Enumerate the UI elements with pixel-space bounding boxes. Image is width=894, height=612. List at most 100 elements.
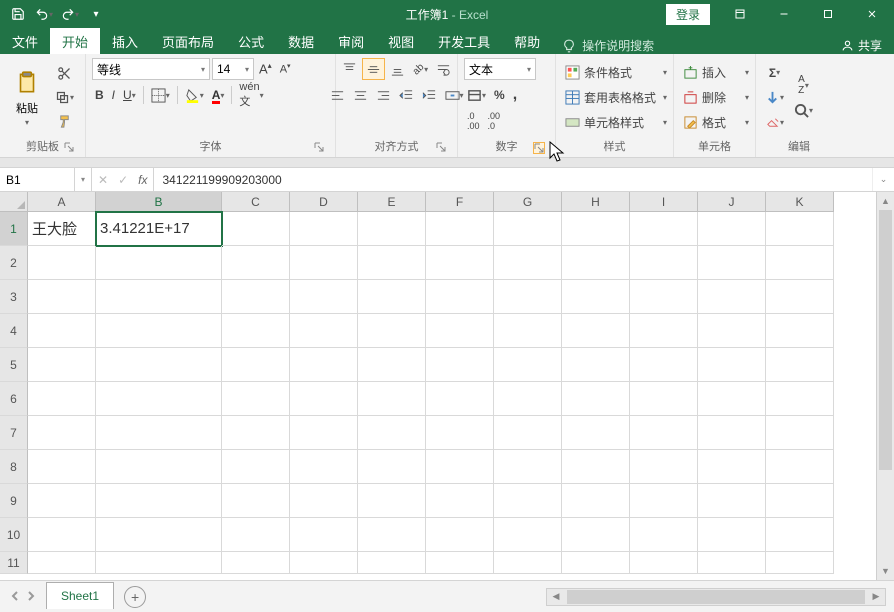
cell-B3[interactable] (96, 280, 222, 314)
column-header-G[interactable]: G (494, 192, 562, 212)
cell-B1[interactable]: 3.41221E+17 (96, 212, 222, 246)
cell-D6[interactable] (290, 382, 358, 416)
cell-J5[interactable] (698, 348, 766, 382)
tab-help[interactable]: 帮助 (502, 28, 552, 54)
ribbon-display-options[interactable] (718, 0, 762, 28)
cell-G1[interactable] (494, 212, 562, 246)
cell-J9[interactable] (698, 484, 766, 518)
number-launcher[interactable] (533, 142, 545, 154)
cell-I11[interactable] (630, 552, 698, 574)
column-header-H[interactable]: H (562, 192, 630, 212)
cell-A1[interactable]: 王大脸 (28, 212, 96, 246)
cell-A11[interactable] (28, 552, 96, 574)
cell-D4[interactable] (290, 314, 358, 348)
cell-A2[interactable] (28, 246, 96, 280)
cell-I2[interactable] (630, 246, 698, 280)
formula-bar[interactable]: 341221199909203000 (154, 168, 872, 191)
cell-J7[interactable] (698, 416, 766, 450)
cell-C10[interactable] (222, 518, 290, 552)
cell-K3[interactable] (766, 280, 834, 314)
cut-button[interactable] (52, 63, 77, 85)
sign-in-button[interactable]: 登录 (666, 4, 710, 25)
font-launcher[interactable] (313, 142, 325, 154)
cancel-button[interactable]: ✕ (98, 173, 108, 187)
tab-file[interactable]: 文件 (0, 28, 50, 54)
cell-G11[interactable] (494, 552, 562, 574)
fill-color-button[interactable]: ▾ (182, 84, 207, 106)
cell-H11[interactable] (562, 552, 630, 574)
cell-E7[interactable] (358, 416, 426, 450)
cell-D7[interactable] (290, 416, 358, 450)
copy-button[interactable]: ▾ (52, 87, 77, 109)
cell-F6[interactable] (426, 382, 494, 416)
cell-G5[interactable] (494, 348, 562, 382)
phonetic-button[interactable]: wén文▾ (236, 84, 266, 106)
tell-me[interactable]: 操作说明搜索 (552, 37, 664, 54)
cell-I8[interactable] (630, 450, 698, 484)
row-header-5[interactable]: 5 (0, 348, 28, 382)
cell-G7[interactable] (494, 416, 562, 450)
cell-D8[interactable] (290, 450, 358, 484)
align-center-button[interactable] (350, 84, 371, 106)
cell-D3[interactable] (290, 280, 358, 314)
row-header-1[interactable]: 1 (0, 212, 28, 246)
minimize-button[interactable] (762, 0, 806, 28)
column-header-I[interactable]: I (630, 192, 698, 212)
undo-button[interactable]: ▾ (32, 2, 56, 26)
tab-developer[interactable]: 开发工具 (426, 28, 502, 54)
cell-E9[interactable] (358, 484, 426, 518)
cell-K1[interactable] (766, 212, 834, 246)
cell-C11[interactable] (222, 552, 290, 574)
cell-G9[interactable] (494, 484, 562, 518)
cell-J1[interactable] (698, 212, 766, 246)
horizontal-scroll-thumb[interactable] (567, 590, 865, 604)
font-size-combo[interactable]: 14▾ (212, 58, 254, 80)
cell-H7[interactable] (562, 416, 630, 450)
cell-F3[interactable] (426, 280, 494, 314)
tab-data[interactable]: 数据 (276, 28, 326, 54)
cell-C5[interactable] (222, 348, 290, 382)
cell-K2[interactable] (766, 246, 834, 280)
cell-H5[interactable] (562, 348, 630, 382)
scroll-down-button[interactable]: ▼ (877, 562, 894, 580)
cell-J8[interactable] (698, 450, 766, 484)
cell-E8[interactable] (358, 450, 426, 484)
select-all-corner[interactable] (0, 192, 28, 212)
qat-customize[interactable]: ▾ (84, 2, 108, 26)
cell-K8[interactable] (766, 450, 834, 484)
cell-H8[interactable] (562, 450, 630, 484)
cell-E6[interactable] (358, 382, 426, 416)
cell-B8[interactable] (96, 450, 222, 484)
cell-B11[interactable] (96, 552, 222, 574)
row-header-7[interactable]: 7 (0, 416, 28, 450)
redo-button[interactable]: ▾ (58, 2, 82, 26)
tab-home[interactable]: 开始 (50, 28, 100, 54)
cell-A10[interactable] (28, 518, 96, 552)
cell-D2[interactable] (290, 246, 358, 280)
cell-I7[interactable] (630, 416, 698, 450)
font-name-combo[interactable]: 等线▾ (92, 58, 210, 80)
cell-A4[interactable] (28, 314, 96, 348)
column-header-J[interactable]: J (698, 192, 766, 212)
sheet-nav-next[interactable] (26, 590, 36, 604)
format-as-table-button[interactable]: 套用表格格式▾ (562, 87, 670, 109)
row-header-10[interactable]: 10 (0, 518, 28, 552)
cell-D1[interactable] (290, 212, 358, 246)
increase-font-button[interactable]: A▴ (256, 58, 275, 80)
delete-cells-button[interactable]: 删除▾ (680, 87, 752, 109)
cell-A7[interactable] (28, 416, 96, 450)
cell-C3[interactable] (222, 280, 290, 314)
orientation-button[interactable]: ab▾ (410, 58, 431, 80)
accounting-format-button[interactable]: ▾ (464, 84, 489, 106)
tab-insert[interactable]: 插入 (100, 28, 150, 54)
cell-K9[interactable] (766, 484, 834, 518)
column-header-E[interactable]: E (358, 192, 426, 212)
cell-I6[interactable] (630, 382, 698, 416)
comma-format-button[interactable]: , (510, 84, 520, 106)
increase-decimal-button[interactable]: .0.00 (464, 110, 483, 132)
cell-F9[interactable] (426, 484, 494, 518)
align-right-button[interactable] (373, 84, 394, 106)
clipboard-launcher[interactable] (63, 142, 75, 154)
cell-B7[interactable] (96, 416, 222, 450)
row-header-6[interactable]: 6 (0, 382, 28, 416)
